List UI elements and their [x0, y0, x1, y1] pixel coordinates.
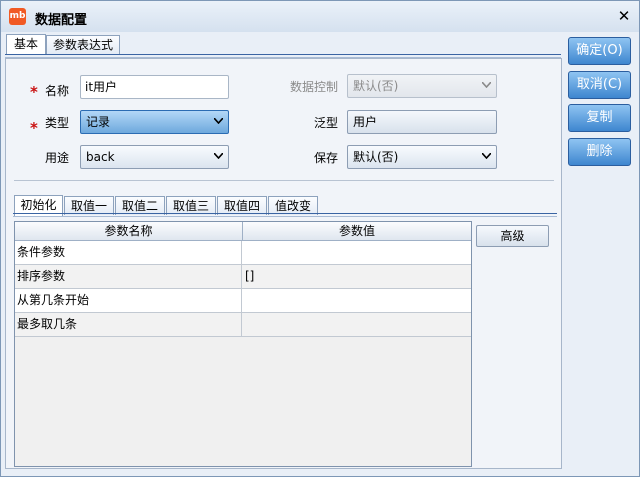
type-value: 记录 [86, 115, 111, 129]
section-divider [14, 180, 554, 181]
data-control-select: 默认(否) [347, 74, 497, 98]
save-label: 保存 [314, 151, 339, 165]
usage-select[interactable]: back [80, 145, 229, 169]
type-label: 类型 [45, 116, 70, 130]
table-header: 参数名称 参数值 [15, 222, 471, 241]
advanced-button[interactable]: 高级 [476, 225, 549, 247]
table-row[interactable]: 最多取几条 [15, 313, 471, 337]
table-row[interactable]: 条件参数 [15, 241, 471, 265]
delete-button[interactable]: 删除 [568, 138, 631, 166]
param-name-cell: 从第几条开始 [15, 289, 242, 312]
tab-param-expression[interactable]: 参数表达式 [46, 35, 120, 54]
column-header-param-name[interactable]: 参数名称 [15, 222, 243, 240]
param-value-cell[interactable] [243, 313, 471, 336]
param-name-cell: 条件参数 [15, 241, 242, 264]
close-icon[interactable]: ✕ [615, 7, 633, 25]
param-value-cell[interactable] [243, 289, 471, 312]
type-select[interactable]: 记录 [80, 110, 229, 134]
generic-type-button[interactable]: 用户 [347, 110, 497, 134]
chevron-down-icon [482, 153, 491, 159]
name-label: 名称 [45, 84, 70, 98]
inner-tab-underline [13, 213, 557, 217]
required-mark: * [30, 83, 38, 101]
title-bar[interactable]: mb 数据配置 ✕ [1, 1, 639, 32]
chevron-down-icon [482, 82, 491, 88]
column-header-param-value[interactable]: 参数值 [243, 222, 471, 240]
tab-basic[interactable]: 基本 [6, 34, 46, 55]
window-title: 数据配置 [35, 13, 88, 28]
ok-button[interactable]: 确定(O) [568, 37, 631, 65]
param-value-cell[interactable] [243, 241, 471, 264]
usage-value: back [86, 150, 115, 164]
save-value: 默认(否) [353, 150, 399, 164]
data-control-value: 默认(否) [353, 79, 399, 93]
param-table: 参数名称 参数值 条件参数 排序参数 [] 从第几条开始 最多取几条 [14, 221, 472, 467]
save-select[interactable]: 默认(否) [347, 145, 497, 169]
usage-label: 用途 [45, 151, 70, 165]
generic-label: 泛型 [314, 116, 339, 130]
param-name-cell: 最多取几条 [15, 313, 242, 336]
param-name-cell: 排序参数 [15, 265, 242, 288]
cancel-button[interactable]: 取消(C) [568, 71, 631, 99]
chevron-down-icon [214, 118, 223, 124]
data-control-label: 数据控制 [290, 80, 339, 94]
required-mark: * [30, 119, 38, 137]
copy-button[interactable]: 复制 [568, 104, 631, 132]
basic-panel: * 名称 it用户 数据控制 默认(否) * 类型 记录 泛型 用户 用途 ba… [5, 58, 562, 469]
table-row[interactable]: 排序参数 [] [15, 265, 471, 289]
chevron-down-icon [214, 153, 223, 159]
param-value-cell[interactable]: [] [243, 265, 471, 288]
name-input[interactable]: it用户 [80, 75, 229, 99]
app-logo-icon: mb [9, 8, 26, 25]
table-row[interactable]: 从第几条开始 [15, 289, 471, 313]
dialog-window: mb 数据配置 ✕ 基本 参数表达式 * 名称 it用户 数据控制 默认(否) … [0, 0, 640, 477]
